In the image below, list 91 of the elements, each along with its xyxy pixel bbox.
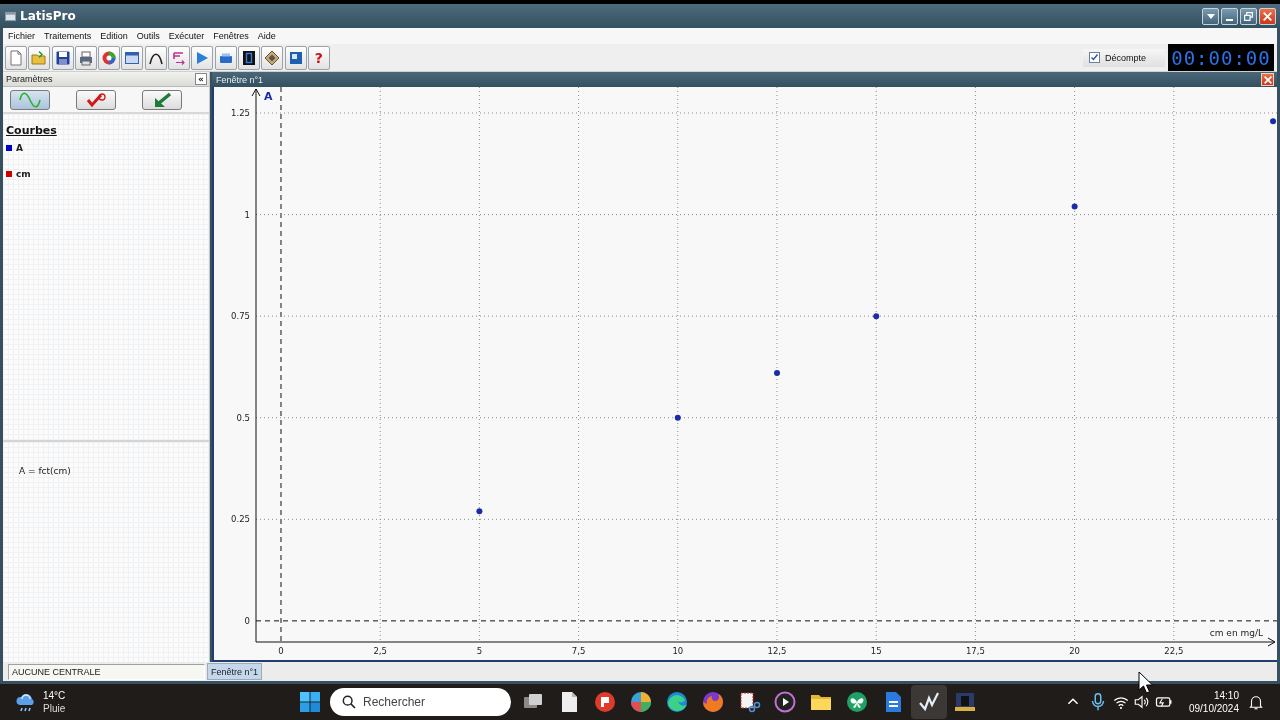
toolbar-button[interactable] [121,45,144,70]
disc-icon [593,690,617,714]
minimize-icon [1226,18,1233,21]
arrow-icon [171,49,188,66]
axis-tick-label: 0.5 [236,412,250,423]
play-icon [773,690,797,714]
scissors-icon [737,690,761,714]
dropdown-button[interactable] [1202,7,1219,25]
axis-tick-label: 10 [672,646,684,656]
window-title: Fenêtre n°1 [216,74,264,85]
panel-title: Paramètres [6,74,53,84]
search-icon [341,694,357,710]
check-icon [84,91,108,108]
series-label: A [264,90,273,103]
axis-tick-label: 0 [278,646,284,656]
menu-item[interactable]: Exécuter [168,31,205,41]
help-button[interactable]: ? [307,45,330,70]
mode-button[interactable] [142,89,182,110]
axis-tick-label: 0.25 [231,514,250,525]
mode-button[interactable] [76,89,116,110]
toolbar-button[interactable] [144,45,167,70]
window-icon [124,49,141,66]
start-icon [300,692,320,712]
curve-name[interactable]: cm [16,169,31,179]
axis-tick-label: 2,5 [373,646,387,656]
checkbox[interactable] [1089,52,1100,63]
axis-tick-label: 5 [476,646,483,656]
badge-icon [953,690,977,714]
display-icon [240,49,257,66]
restore-icon [1244,11,1253,21]
app-icon [5,10,16,22]
window-tab[interactable]: Fenêtre n°1 [207,663,263,680]
curve-name[interactable]: A [16,143,23,153]
axis-tick-label: 12,5 [767,646,787,656]
menu-item[interactable]: Edition [100,31,128,41]
speaker-icon[interactable] [1132,693,1151,711]
sine-wave-icon [18,91,42,108]
menu-item[interactable]: Fichier [8,31,35,41]
color-wheel-icon [101,49,118,66]
axis-tick-label: 20 [1069,646,1081,656]
new-document-icon [8,49,24,66]
browser-icon [701,690,725,714]
pinwheel-icon [629,690,653,714]
collapse-button[interactable]: « [195,73,207,85]
save-icon [54,49,71,66]
close-button[interactable] [1261,73,1274,86]
printer-icon [77,49,94,66]
window-title: LatisPro [20,9,77,23]
search-field[interactable]: Rechercher [330,688,511,716]
menu-item[interactable]: Aide [257,31,276,41]
axis-tick-label: 0.75 [231,311,250,322]
axis-tick-label: 1 [244,209,250,220]
bell-icon[interactable] [1247,693,1265,711]
caret-icon [1206,13,1215,19]
countdown-option[interactable]: Décompte [1083,48,1165,67]
minimize-button[interactable] [1221,7,1238,25]
close-icon [1263,75,1272,84]
clock-date[interactable]: 09/10/2024 [1188,702,1239,715]
toolbar-button[interactable] [51,45,74,70]
menu-item[interactable]: Traitements [44,31,92,41]
diamond-icon [264,49,281,66]
toolbar-button[interactable] [261,45,284,70]
menu-item[interactable]: Outils [136,31,160,41]
menu-item[interactable]: Fenêtres [213,31,249,41]
section-heading: Courbes [6,124,57,137]
clock-time[interactable]: 14:10 [1213,689,1239,702]
toolbar-button[interactable] [284,45,307,70]
axis-tick-label: 7,5 [571,646,586,656]
butterfly-icon [845,690,869,714]
restore-button[interactable] [1240,7,1257,25]
formula-text: A = fct(cm) [19,466,71,476]
tile-icon [287,49,304,66]
axis-title: cm en mg/L [1209,628,1263,638]
axis-tick-label: 15 [870,646,882,656]
close-icon [1263,11,1272,21]
axis-tick-label: 0 [244,615,250,626]
mode-button[interactable] [10,89,50,110]
acquisition-status-field: AUCUNE CENTRALE [8,663,205,680]
toolbar-button[interactable] [237,45,260,70]
open-folder-icon [31,49,48,66]
temperature[interactable]: 14°C [43,689,66,702]
axis-tick-label: 17,5 [965,646,985,656]
weather-condition[interactable]: Pluie [43,702,66,715]
browser-icon [665,690,689,714]
chart-line-icon [917,690,941,714]
close-button[interactable] [1259,7,1276,25]
timer-display: 00:00:00 [1168,44,1274,71]
axis-tick-label: 22,5 [1164,646,1184,656]
axis-tick-label: 1.25 [231,108,250,118]
taskbar-button[interactable] [911,685,947,719]
cursor-icon [1138,671,1153,694]
